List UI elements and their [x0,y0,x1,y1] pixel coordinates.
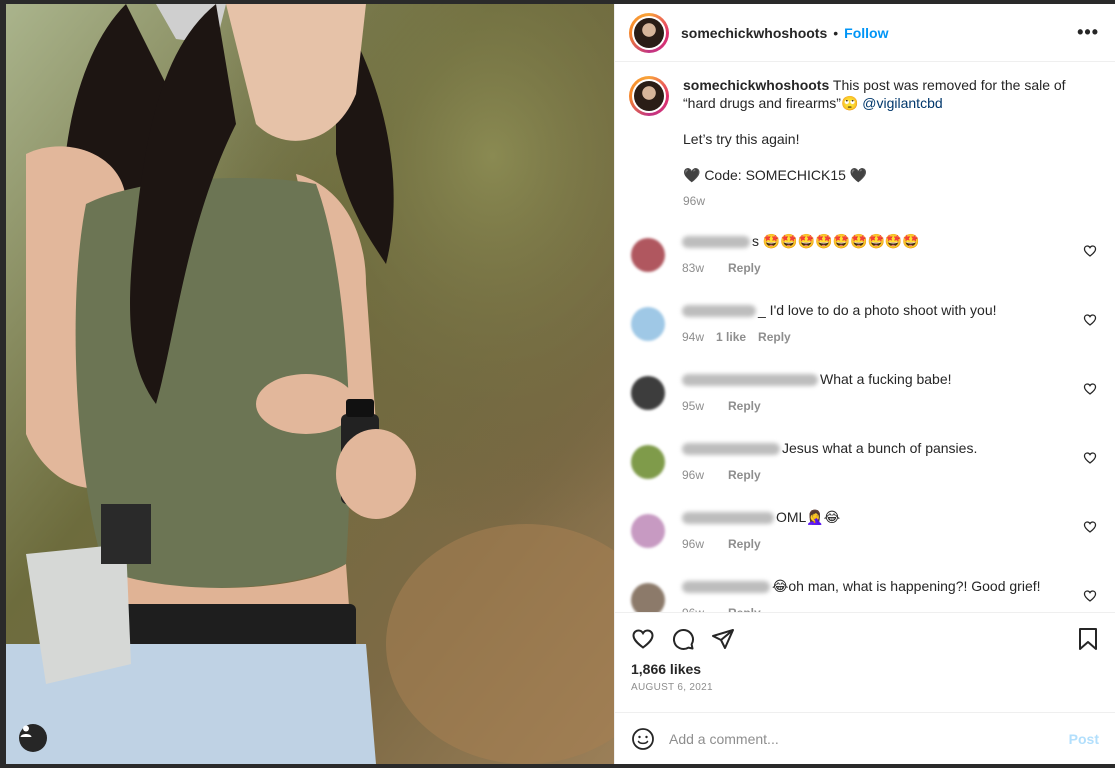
comment-username-redacted[interactable] [682,236,750,249]
follow-button[interactable]: Follow [844,25,888,41]
comment-row: What a fucking babe! 95w Reply [629,370,1099,415]
comment-text: What a fucking babe! [820,371,952,387]
post-modal: somechickwhoshoots • Follow ••• somechic… [6,4,1115,764]
caption-avatar[interactable] [629,76,669,116]
comment-input[interactable]: Add a comment... [669,731,1069,747]
comment-row: Jesus what a bunch of pansies. 96w Reply [629,439,1099,484]
separator-dot: • [833,24,839,41]
post-author-username[interactable]: somechickwhoshoots [681,25,827,41]
avatar-image [634,81,664,111]
comment-username-redacted[interactable] [682,374,818,387]
post-actions: 1,866 likes AUGUST 6, 2021 [615,612,1115,712]
comment-reply-button[interactable]: Reply [728,606,761,612]
comment-username-redacted[interactable] [682,305,756,318]
comment-icon[interactable] [671,627,695,651]
caption-age: 96w [683,194,706,208]
post-side-panel: somechickwhoshoots • Follow ••• somechic… [614,4,1115,764]
comment-reply-button[interactable]: Reply [728,537,761,551]
heart-icon[interactable] [631,627,655,651]
comment-age: 96w [682,537,705,551]
comment-avatar[interactable] [631,376,665,410]
avatar[interactable] [629,12,669,53]
add-comment-bar: Add a comment... Post [615,712,1115,764]
comment-text: 😂oh man, what is happening?! Good grief! [772,578,1041,594]
comment-age: 83w [682,261,705,275]
comment-username-redacted[interactable] [682,512,774,525]
comment-like-heart-icon[interactable] [1083,520,1097,534]
comment-age: 96w [682,468,705,482]
comment-avatar[interactable] [631,583,665,612]
comment-username-redacted[interactable] [682,443,780,456]
caption-username[interactable]: somechickwhoshoots [683,77,829,93]
more-options-icon[interactable]: ••• [1077,22,1099,43]
post-image[interactable] [6,4,614,764]
page-backdrop: somechickwhoshoots • Follow ••• somechic… [0,0,1115,768]
post-header: somechickwhoshoots • Follow ••• [615,4,1115,62]
emoji-icon[interactable] [631,727,655,751]
comment-row: s 🤩🤩🤩🤩🤩🤩🤩🤩🤩 83w Reply [629,232,1099,277]
share-icon[interactable] [711,627,735,651]
comment-reply-button[interactable]: Reply [728,399,761,413]
caption-code-line: 🖤 Code: SOMECHICK15 🖤 [683,167,868,183]
comment-likes[interactable]: 1 like [716,330,746,344]
comment-text: s 🤩🤩🤩🤩🤩🤩🤩🤩🤩 [752,233,920,249]
post-caption: somechickwhoshoots This post was removed… [629,76,1099,210]
comment-age: 94w [682,330,705,344]
comment-text: Jesus what a bunch of pansies. [782,440,978,456]
comment-text: OML🤦‍♀️😂 [776,509,841,525]
comment-like-heart-icon[interactable] [1083,244,1097,258]
comment-text: _ I'd love to do a photo shoot with you! [758,302,997,318]
comment-like-heart-icon[interactable] [1083,313,1097,327]
avatar-image [634,17,664,48]
comments-list[interactable]: somechickwhoshoots This post was removed… [615,62,1115,612]
comment-reply-button[interactable]: Reply [728,468,761,482]
comment-avatar[interactable] [631,307,665,341]
caption-mention[interactable]: @vigilantcbd [862,95,942,111]
comment-reply-button[interactable]: Reply [728,261,761,275]
comment-like-heart-icon[interactable] [1083,382,1097,396]
comment-username-redacted[interactable] [682,581,770,594]
comment-avatar[interactable] [631,514,665,548]
comment-avatar[interactable] [631,238,665,272]
likes-count[interactable]: 1,866 likes [631,661,1099,677]
comment-age: 95w [682,399,705,413]
caption-line: Let’s try this again! [683,131,800,147]
comment-age: 96w [682,606,704,612]
bookmark-icon[interactable] [1077,627,1099,651]
post-photo [6,4,614,764]
comment-like-heart-icon[interactable] [1083,451,1097,465]
user-tag-button[interactable] [19,724,47,752]
user-tag-icon [20,725,32,737]
comment-like-heart-icon[interactable] [1083,589,1097,603]
post-comment-button[interactable]: Post [1069,731,1099,747]
comment-row: OML🤦‍♀️😂 96w Reply [629,508,1099,553]
comment-row: _ I'd love to do a photo shoot with you!… [629,301,1099,346]
comment-row: 😂oh man, what is happening?! Good grief!… [629,577,1099,612]
comment-avatar[interactable] [631,445,665,479]
comment-reply-button[interactable]: Reply [758,330,791,344]
post-date: AUGUST 6, 2021 [631,682,713,693]
